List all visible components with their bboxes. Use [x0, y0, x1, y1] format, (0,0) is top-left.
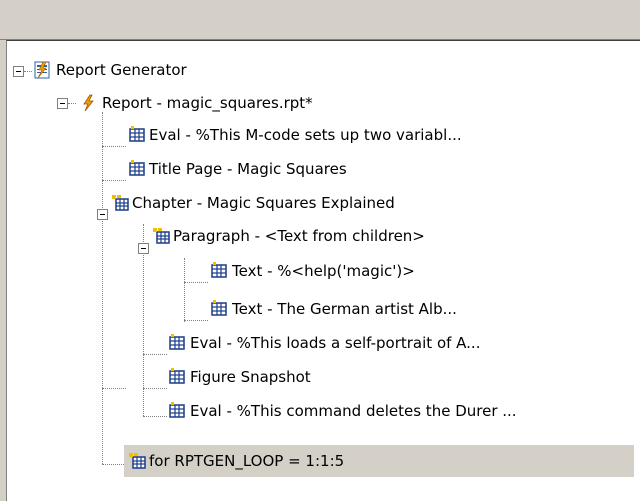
tree-item-paragraph[interactable]: Paragraph - <Text from children> — [0, 224, 640, 248]
tree-item-label: Eval - %This M-code sets up two variabl.… — [149, 126, 462, 144]
component-icon — [211, 300, 227, 316]
tree-item-title-page[interactable]: Title Page - Magic Squares — [0, 157, 640, 181]
tree-item-label: Report Generator — [56, 61, 187, 79]
tree-item-label: Paragraph - <Text from children> — [173, 227, 425, 245]
container-component-icon — [153, 228, 170, 244]
container-component-icon — [112, 195, 129, 211]
tree-item-label: Chapter - Magic Squares Explained — [132, 194, 395, 212]
component-icon — [211, 262, 227, 278]
tree-item-label: for RPTGEN_LOOP = 1:1:5 — [149, 452, 345, 470]
tree-item-chapter[interactable]: Chapter - Magic Squares Explained — [0, 191, 640, 215]
report-generator-icon — [34, 61, 50, 79]
tree-item-eval-self-portrait[interactable]: Eval - %This loads a self-portrait of A.… — [0, 331, 640, 355]
tree-item-eval[interactable]: Eval - %This M-code sets up two variabl.… — [0, 123, 640, 147]
tree-item-text-german-artist[interactable]: Text - The German artist Alb... — [0, 297, 640, 321]
component-icon — [169, 368, 185, 384]
tree-item-label: Report - magic_squares.rpt* — [102, 94, 313, 112]
tree-item-figure-snapshot[interactable]: Figure Snapshot — [0, 365, 640, 389]
tree-item-report-generator[interactable]: Report Generator — [0, 58, 640, 82]
component-icon — [129, 160, 145, 176]
tree-item-label: Eval - %This loads a self-portrait of A.… — [190, 334, 481, 352]
tree-item-for-loop[interactable]: for RPTGEN_LOOP = 1:1:5 — [0, 449, 640, 473]
component-icon — [169, 334, 185, 350]
header-bar — [0, 0, 640, 40]
component-icon — [169, 402, 185, 418]
tree-item-eval-deletes-durer[interactable]: Eval - %This command deletes the Durer .… — [0, 399, 640, 423]
tree-item-report[interactable]: Report - magic_squares.rpt* — [0, 91, 640, 115]
report-explorer-window: Report Generator Report - magic_squares.… — [0, 0, 640, 501]
container-component-icon — [129, 453, 146, 469]
tree-item-label: Text - %<help('magic')> — [232, 262, 415, 280]
tree-item-label: Eval - %This command deletes the Durer .… — [190, 402, 517, 420]
tree-item-label: Title Page - Magic Squares — [149, 160, 347, 178]
tree-item-label: Text - The German artist Alb... — [232, 300, 457, 318]
lightning-icon — [83, 94, 94, 112]
tree-item-text-help[interactable]: Text - %<help('magic')> — [0, 259, 640, 283]
tree-item-label: Figure Snapshot — [190, 368, 311, 386]
component-icon — [129, 126, 145, 142]
